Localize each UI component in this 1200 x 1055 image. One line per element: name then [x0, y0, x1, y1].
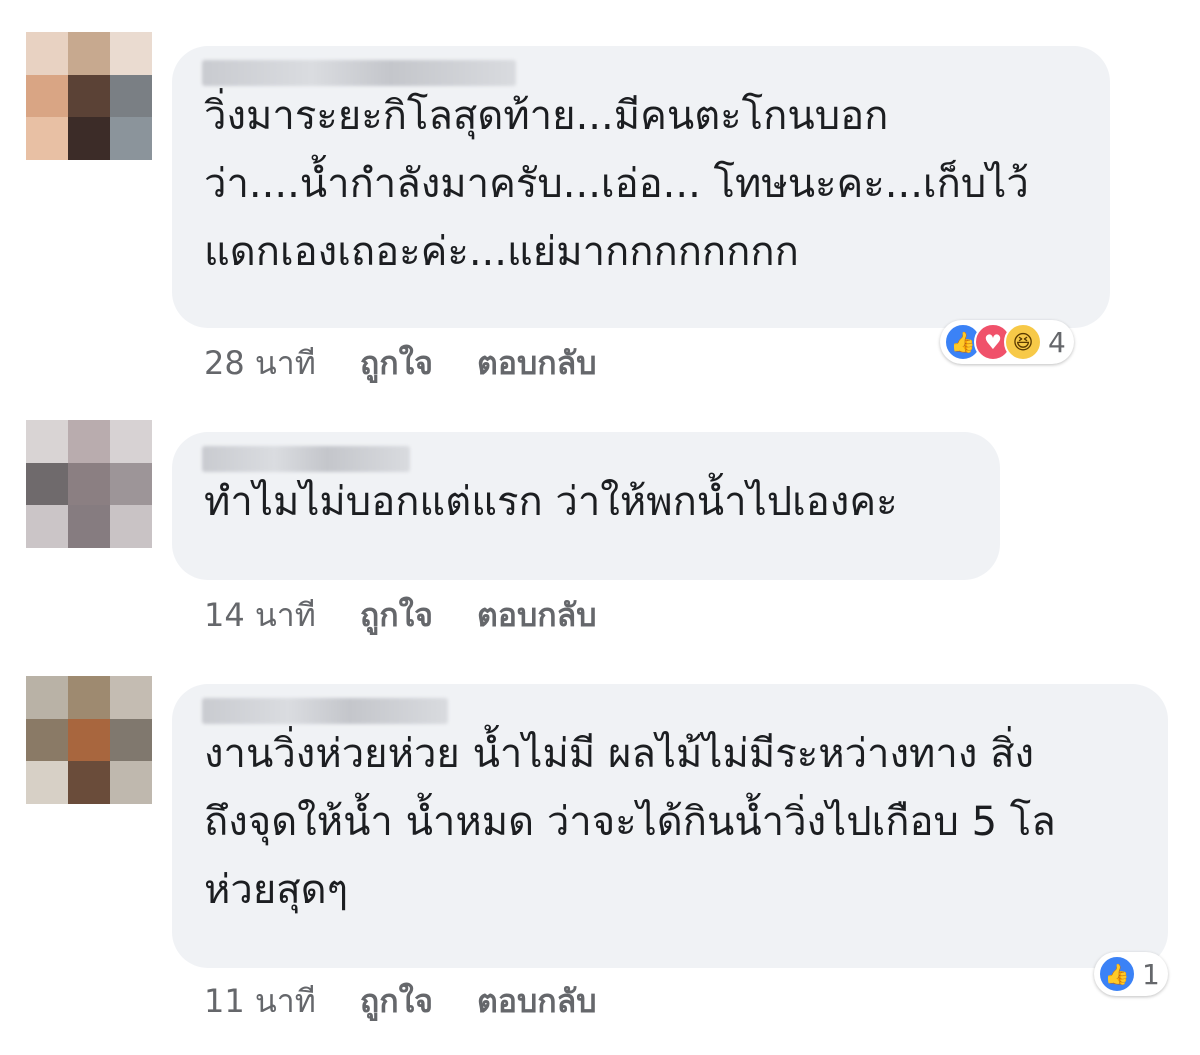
like-link[interactable]: ถูกใจ: [360, 976, 433, 1027]
reply-link[interactable]: ตอบกลับ: [477, 338, 597, 389]
comment-bubble: ทำไมไม่บอกแต่แรก ว่าให้พกน้ำไปเองคะ: [172, 432, 1000, 580]
reactions-summary[interactable]: 👍 ♥ 😆 4: [940, 320, 1074, 364]
avatar[interactable]: [26, 420, 152, 548]
comment-text: ทำไมไม่บอกแต่แรก ว่าให้พกน้ำไปเองคะ: [204, 479, 898, 525]
timestamp[interactable]: 11 นาที: [204, 976, 316, 1027]
comment-text: วิ่งมาระยะกิโลสุดท้าย...มีคนตะโกนบอก ว่า…: [204, 93, 1029, 275]
reactions-summary[interactable]: 👍 1: [1094, 952, 1168, 996]
comment-bubble: วิ่งมาระยะกิโลสุดท้าย...มีคนตะโกนบอก ว่า…: [172, 46, 1110, 328]
comment-text: งานวิ่งห่วยห่วย น้ำไม่มี ผลไม้ไม่มีระหว่…: [204, 731, 1056, 913]
reaction-count: 1: [1142, 957, 1160, 991]
author-name-redacted[interactable]: [202, 446, 410, 472]
like-link[interactable]: ถูกใจ: [360, 338, 433, 389]
reply-link[interactable]: ตอบกลับ: [477, 590, 597, 641]
haha-icon: 😆: [1004, 323, 1042, 361]
author-name-redacted[interactable]: [202, 60, 516, 86]
like-link[interactable]: ถูกใจ: [360, 590, 433, 641]
comment-meta: 14 นาที ถูกใจ ตอบกลับ: [204, 590, 597, 641]
like-icon: 👍: [1098, 955, 1136, 993]
comment-thread: วิ่งมาระยะกิโลสุดท้าย...มีคนตะโกนบอก ว่า…: [0, 0, 1200, 1055]
reply-link[interactable]: ตอบกลับ: [477, 976, 597, 1027]
comment-meta: 11 นาที ถูกใจ ตอบกลับ: [204, 976, 597, 1027]
comment-bubble: งานวิ่งห่วยห่วย น้ำไม่มี ผลไม้ไม่มีระหว่…: [172, 684, 1168, 968]
comment-meta: 28 นาที ถูกใจ ตอบกลับ: [204, 338, 597, 389]
avatar[interactable]: [26, 32, 152, 160]
reaction-count: 4: [1048, 325, 1066, 359]
timestamp[interactable]: 28 นาที: [204, 338, 316, 389]
timestamp[interactable]: 14 นาที: [204, 590, 316, 641]
avatar[interactable]: [26, 676, 152, 804]
author-name-redacted[interactable]: [202, 698, 448, 724]
